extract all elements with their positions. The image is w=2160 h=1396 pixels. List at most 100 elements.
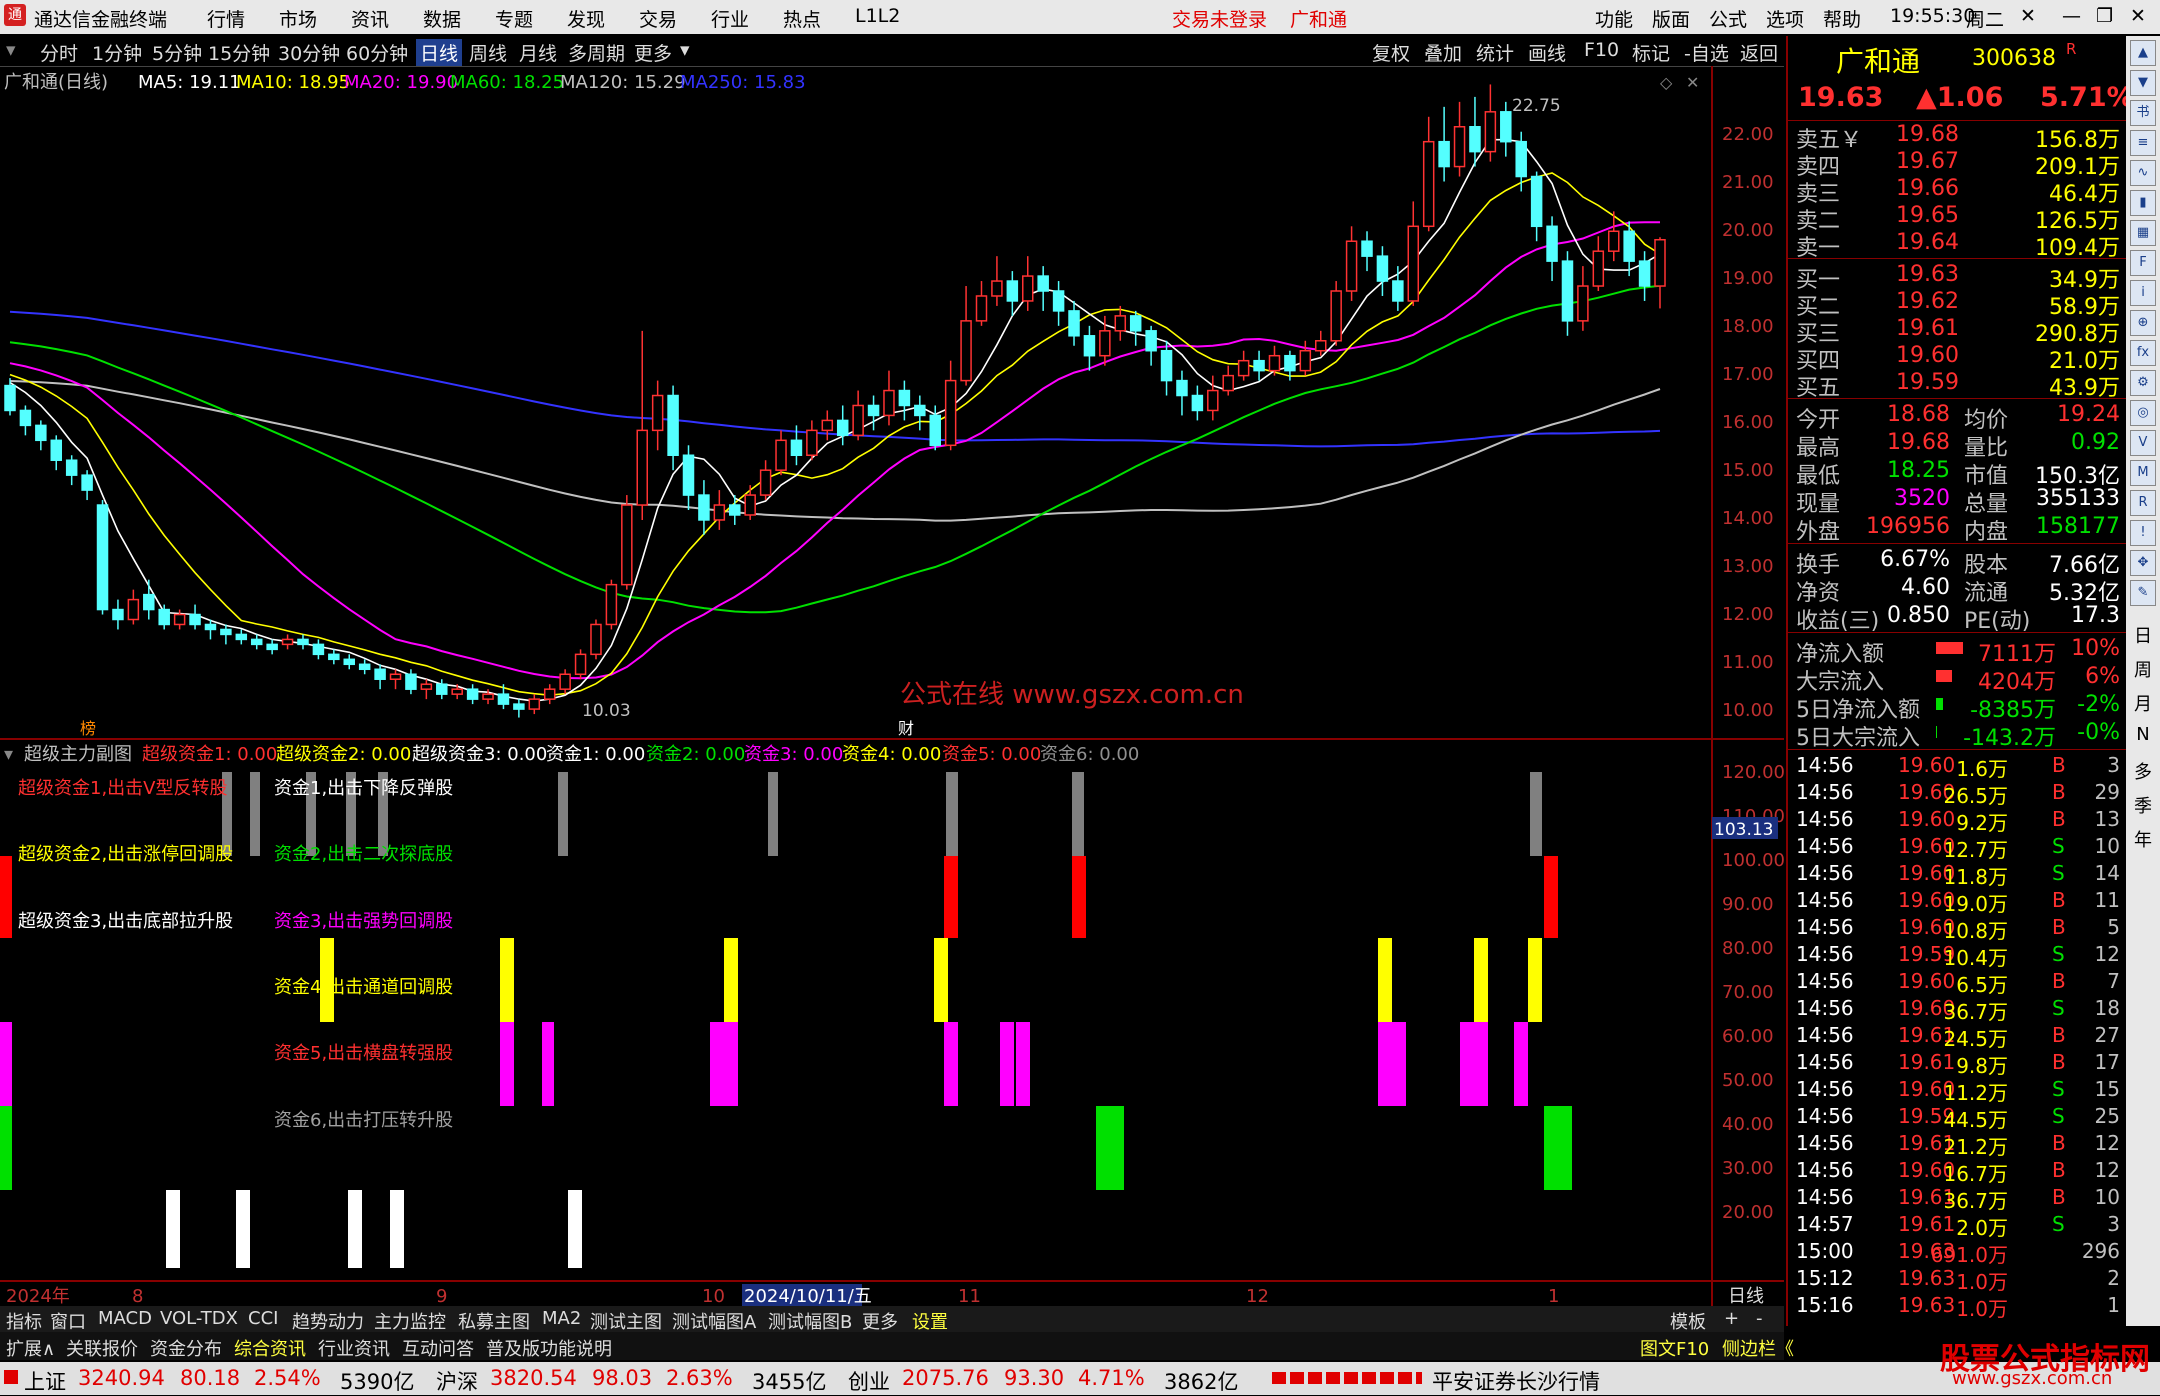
period-tab[interactable]: 60分钟	[346, 39, 408, 66]
candle-body[interactable]	[528, 698, 541, 710]
candle-body[interactable]	[1114, 315, 1127, 332]
candle-body[interactable]	[621, 504, 633, 586]
candle-body[interactable]	[698, 494, 710, 521]
candle-body[interactable]	[358, 663, 371, 671]
candle-body[interactable]	[790, 439, 803, 456]
candle-body[interactable]	[1022, 275, 1034, 302]
tab-expand[interactable]: 扩展∧	[6, 1335, 55, 1361]
candle-body[interactable]	[883, 389, 895, 417]
candle-body[interactable]	[543, 688, 556, 700]
bid-row[interactable]: 买二 19.62 58.9万	[1796, 289, 2120, 320]
menu-item-function[interactable]: 功能	[1595, 5, 1633, 32]
candle-body[interactable]	[1268, 354, 1281, 372]
tab-ma2[interactable]: MA2	[542, 1308, 581, 1329]
period-tab-active[interactable]: 日线	[416, 39, 463, 66]
candle-body[interactable]	[667, 394, 679, 457]
close-panel-icon[interactable]: ✕	[2020, 5, 2036, 27]
candle-body[interactable]	[898, 389, 911, 407]
f10-icon[interactable]: F	[2130, 250, 2156, 276]
candle-body[interactable]	[266, 643, 278, 651]
tab-macd[interactable]: MACD	[98, 1308, 152, 1329]
period-shortcut[interactable]: 季	[2126, 792, 2160, 818]
candle-body[interactable]	[1638, 260, 1651, 287]
server-name[interactable]: 平安证券长沙行情	[1432, 1366, 1600, 1396]
candle-body[interactable]	[1469, 126, 1481, 153]
candle-body[interactable]	[1654, 238, 1666, 287]
candle-body[interactable]	[1284, 354, 1296, 372]
candle-body[interactable]	[1037, 275, 1049, 292]
tool-watchlist[interactable]: -自选	[1684, 39, 1729, 66]
candle-body[interactable]	[1345, 240, 1358, 292]
candle-body[interactable]	[4, 384, 16, 412]
table-icon[interactable]: ▦	[2130, 220, 2156, 246]
candle-body[interactable]	[1129, 315, 1142, 332]
candle-body[interactable]	[81, 474, 93, 491]
candle-body[interactable]	[250, 638, 263, 646]
tab-private[interactable]: 私募主图	[458, 1308, 530, 1334]
candle-body[interactable]	[297, 638, 309, 646]
candle-body[interactable]	[1068, 310, 1080, 337]
candle-body[interactable]	[1438, 140, 1450, 168]
candle-body[interactable]	[127, 598, 140, 621]
tool-f10[interactable]: F10	[1584, 39, 1619, 61]
ask-row[interactable]: 卖四 19.67 209.1万	[1796, 149, 2120, 180]
candle-body[interactable]	[1176, 379, 1188, 397]
candle-body[interactable]	[1484, 111, 1497, 153]
candle-body[interactable]	[605, 583, 618, 626]
candle-body[interactable]	[1407, 225, 1420, 302]
ask-row[interactable]: 卖一 19.64 109.4万	[1796, 230, 2120, 261]
close-window-icon[interactable]: ✕	[2130, 5, 2146, 27]
tab-qa[interactable]: 互动问答	[402, 1335, 474, 1361]
bid-row[interactable]: 买五 19.59 43.9万	[1796, 370, 2120, 401]
candle-body[interactable]	[1592, 250, 1605, 287]
candle-body[interactable]	[1253, 359, 1265, 372]
tab-test-main[interactable]: 测试主图	[590, 1308, 662, 1334]
candle-body[interactable]	[836, 419, 849, 437]
down-icon[interactable]: ▼	[2130, 70, 2156, 96]
ask-row[interactable]: 卖五￥ 19.68 156.8万	[1796, 122, 2120, 153]
menu-item-discover[interactable]: 发现	[567, 5, 605, 32]
period-shortcut[interactable]: N	[2126, 724, 2160, 745]
tab-more[interactable]: 更多	[862, 1308, 898, 1334]
pen-icon[interactable]: ✎	[2130, 580, 2156, 606]
candle-body[interactable]	[929, 414, 941, 447]
tab-cci[interactable]: CCI	[248, 1308, 278, 1329]
bid-row[interactable]: 买四 19.60 21.0万	[1796, 343, 2120, 374]
candle-body[interactable]	[944, 379, 957, 447]
candle-body[interactable]	[312, 643, 325, 656]
candle-body[interactable]	[1453, 126, 1466, 168]
tab-template[interactable]: 模板	[1670, 1308, 1706, 1334]
tab-f10-text[interactable]: 图文F10	[1640, 1335, 1709, 1361]
macd-icon[interactable]: M	[2130, 460, 2156, 486]
menu-item-trade[interactable]: 交易	[639, 5, 677, 32]
candle-body[interactable]	[713, 504, 726, 521]
period-tab[interactable]: 多周期	[568, 39, 625, 66]
zoom-out-button[interactable]: -	[1756, 1308, 1763, 1329]
move-icon[interactable]: ✥	[2130, 550, 2156, 576]
sz-label[interactable]: 沪深	[436, 1366, 478, 1396]
candle-body[interactable]	[50, 439, 63, 461]
candle-body[interactable]	[1530, 175, 1543, 228]
candle-body[interactable]	[204, 623, 217, 631]
candle-body[interactable]	[1607, 230, 1620, 252]
candle-body[interactable]	[759, 469, 772, 496]
menu-item-help[interactable]: 帮助	[1823, 5, 1861, 32]
candle-body[interactable]	[389, 673, 402, 680]
tab-news[interactable]: 综合资讯	[234, 1335, 306, 1361]
minimize-icon[interactable]: —	[2062, 5, 2081, 27]
ask-row[interactable]: 卖二 19.65 126.5万	[1796, 203, 2120, 234]
chevron-down-icon[interactable]: ▾	[4, 744, 13, 765]
sh-label[interactable]: 上证	[24, 1366, 66, 1396]
candle-body[interactable]	[1422, 140, 1435, 228]
candle-body[interactable]	[1099, 330, 1111, 357]
candle-body[interactable]	[235, 633, 248, 641]
candle-body[interactable]	[1623, 230, 1635, 262]
candle-body[interactable]	[497, 693, 510, 705]
menu-item-industry[interactable]: 行业	[711, 5, 749, 32]
candle-body[interactable]	[1052, 290, 1065, 312]
candle-body[interactable]	[1392, 280, 1404, 302]
candle-body[interactable]	[328, 653, 340, 661]
candle-body[interactable]	[1207, 389, 1219, 412]
candle-body[interactable]	[1330, 290, 1342, 342]
candle-body[interactable]	[806, 429, 818, 457]
